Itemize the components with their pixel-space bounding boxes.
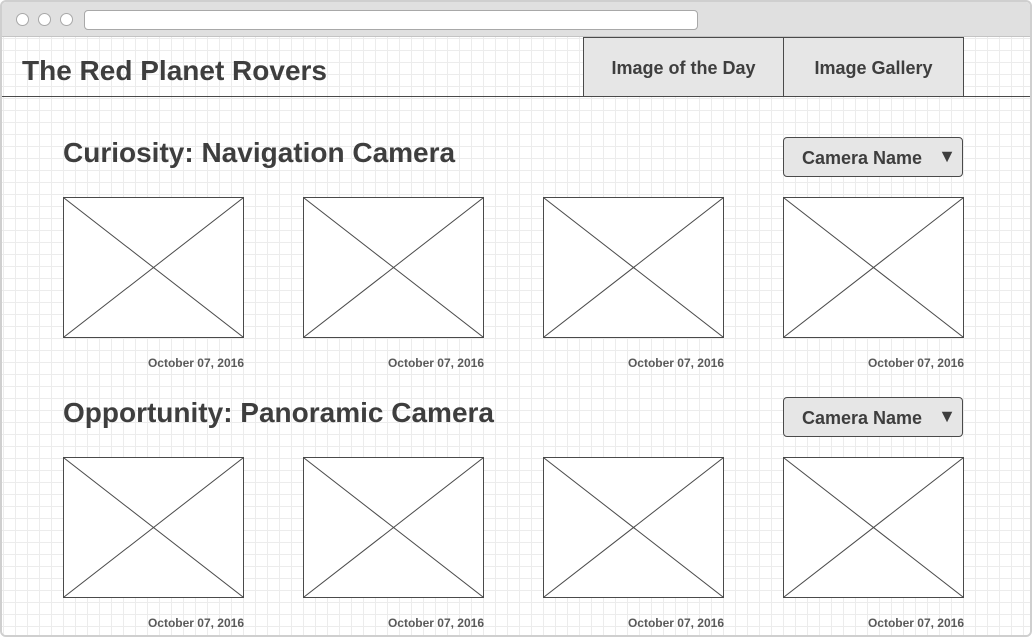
image-date: October 07, 2016: [867, 356, 964, 370]
page-content: The Red Planet Rovers Image of the Day I…: [2, 37, 1030, 635]
image-thumbnail[interactable]: [543, 197, 724, 338]
window-maximize-button[interactable]: [60, 13, 73, 26]
image-date: October 07, 2016: [387, 356, 484, 370]
image-date: October 07, 2016: [387, 616, 484, 630]
image-thumbnail[interactable]: [543, 457, 724, 598]
camera-dropdown-opportunity[interactable]: Camera Name ▼: [783, 397, 963, 437]
tab-image-of-the-day[interactable]: Image of the Day: [583, 37, 784, 96]
window-minimize-button[interactable]: [38, 13, 51, 26]
camera-dropdown-label: Camera Name: [802, 408, 923, 428]
image-placeholder-icon: [544, 198, 723, 337]
image-date: October 07, 2016: [147, 616, 244, 630]
image-date: October 07, 2016: [627, 356, 724, 370]
image-date: October 07, 2016: [867, 616, 964, 630]
section-title-opportunity: Opportunity: Panoramic Camera: [63, 397, 494, 428]
image-placeholder-icon: [784, 458, 963, 597]
image-thumbnail[interactable]: [63, 457, 244, 598]
camera-dropdown-label: Camera Name: [802, 148, 923, 168]
header-divider: [2, 96, 1030, 97]
image-thumbnail[interactable]: [303, 457, 484, 598]
browser-window: The Red Planet Rovers Image of the Day I…: [0, 0, 1032, 637]
window-close-button[interactable]: [16, 13, 29, 26]
camera-dropdown-curiosity[interactable]: Camera Name ▼: [783, 137, 963, 177]
image-placeholder-icon: [784, 198, 963, 337]
image-date: October 07, 2016: [147, 356, 244, 370]
image-placeholder-icon: [64, 458, 243, 597]
address-bar[interactable]: [84, 10, 698, 30]
image-thumbnail[interactable]: [63, 197, 244, 338]
image-placeholder-icon: [64, 198, 243, 337]
chevron-down-icon: ▼: [938, 406, 956, 426]
image-placeholder-icon: [304, 458, 483, 597]
image-thumbnail[interactable]: [783, 197, 964, 338]
browser-chrome: [2, 2, 1030, 37]
section-title-curiosity: Curiosity: Navigation Camera: [63, 137, 456, 168]
image-date: October 07, 2016: [627, 616, 724, 630]
image-thumbnail[interactable]: [303, 197, 484, 338]
site-title: The Red Planet Rovers: [22, 55, 327, 86]
chevron-down-icon: ▼: [938, 146, 956, 166]
image-thumbnail[interactable]: [783, 457, 964, 598]
image-placeholder-icon: [304, 198, 483, 337]
tab-image-gallery[interactable]: Image Gallery: [783, 37, 964, 96]
image-placeholder-icon: [544, 458, 723, 597]
